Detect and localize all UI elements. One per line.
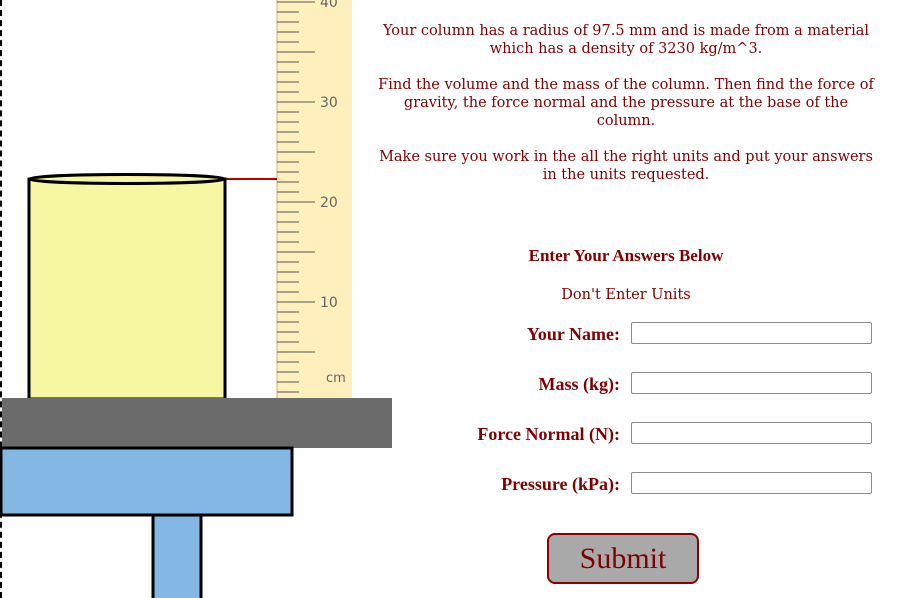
table-top bbox=[0, 446, 294, 517]
ruler-unit-label: cm bbox=[326, 371, 346, 386]
ruler-label-30: 30 bbox=[320, 95, 338, 111]
pressure-label: Pressure (kPa): bbox=[501, 474, 620, 494]
ruler-label-40: 40 bbox=[320, 0, 338, 11]
mass-label: Mass (kg): bbox=[538, 374, 621, 394]
pressure-row: Pressure (kPa): bbox=[420, 472, 880, 498]
ruler: 40 30 20 10 cm bbox=[276, 0, 352, 398]
platform-slab bbox=[2, 398, 392, 448]
name-row: Your Name: bbox=[420, 322, 880, 348]
cylinder-top bbox=[27, 173, 227, 185]
diagram-scene: 40 30 20 10 cm bbox=[0, 0, 392, 598]
table-leg bbox=[151, 513, 203, 598]
instructions-line-3: Make sure you work in the all the right … bbox=[379, 149, 873, 183]
submit-button[interactable]: Submit bbox=[547, 533, 699, 584]
force-normal-row: Force Normal (N): bbox=[420, 422, 880, 448]
form-note: Don't Enter Units bbox=[561, 287, 691, 303]
force-normal-label: Force Normal (N): bbox=[477, 424, 620, 444]
force-normal-input[interactable] bbox=[631, 422, 872, 444]
instructions: Your column has a radius of 97.5 mm and … bbox=[376, 22, 876, 202]
cylinder-body bbox=[27, 177, 227, 401]
instructions-line-2: Find the volume and the mass of the colu… bbox=[378, 77, 874, 129]
ruler-body bbox=[277, 0, 352, 398]
name-label: Your Name: bbox=[526, 324, 620, 344]
ruler-label-10: 10 bbox=[320, 295, 338, 311]
name-input[interactable] bbox=[631, 322, 872, 344]
mass-input[interactable] bbox=[631, 372, 872, 394]
ruler-label-20: 20 bbox=[320, 195, 338, 211]
cylinder-column bbox=[27, 173, 227, 401]
pressure-input[interactable] bbox=[631, 472, 872, 494]
instructions-line-1: Your column has a radius of 97.5 mm and … bbox=[382, 23, 870, 57]
mass-row: Mass (kg): bbox=[420, 372, 880, 398]
form-heading: Enter Your Answers Below bbox=[528, 246, 724, 265]
